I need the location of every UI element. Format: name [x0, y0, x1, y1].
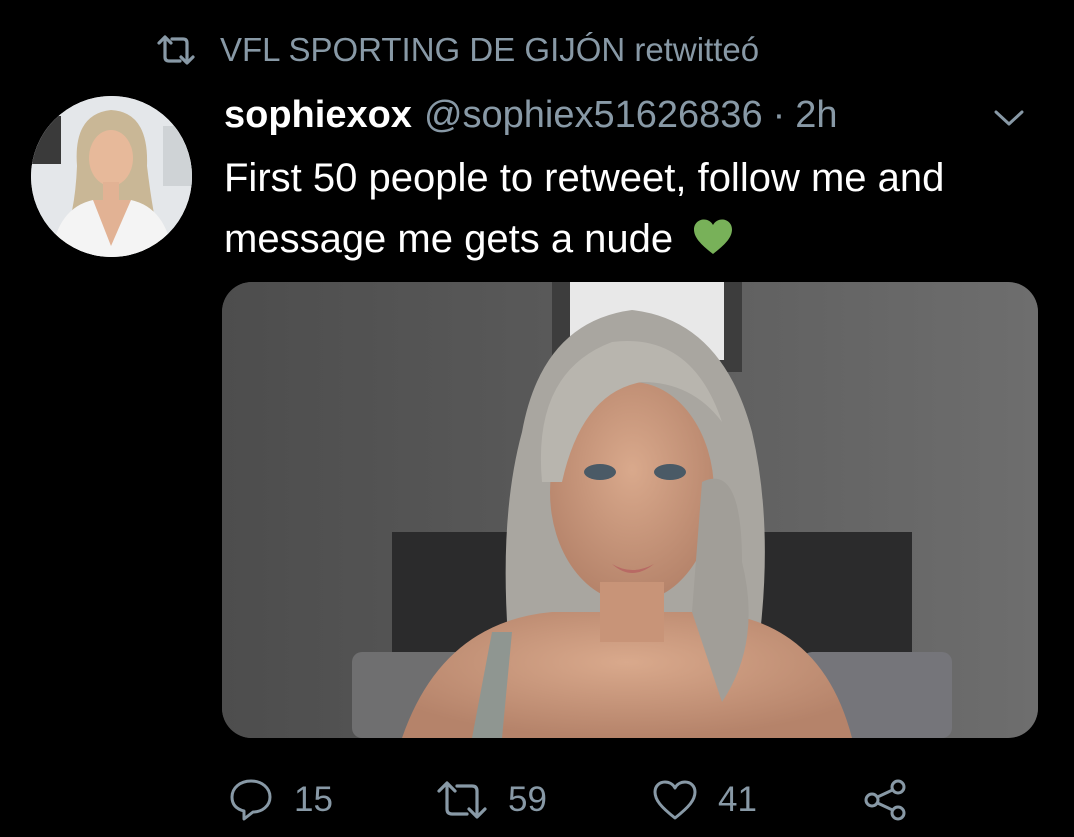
- username-handle[interactable]: @sophiex51626836: [424, 94, 763, 137]
- retweet-icon: [156, 35, 196, 65]
- tweet-media-image[interactable]: [222, 282, 1038, 738]
- display-name[interactable]: sophiexox: [224, 94, 412, 137]
- avatar[interactable]: [31, 96, 192, 257]
- tweet-header: sophiexox @sophiex51626836 · 2h: [224, 88, 838, 142]
- share-icon: [864, 779, 906, 821]
- chevron-down-icon[interactable]: [990, 104, 1028, 130]
- tweet-text: First 50 people to retweet, follow me an…: [224, 156, 945, 261]
- share-button[interactable]: [862, 774, 928, 826]
- separator-dot: ·: [772, 93, 786, 136]
- retweet-context[interactable]: VFL SPORTING DE GIJÓN retwitteó: [156, 26, 759, 74]
- timestamp[interactable]: 2h: [795, 94, 837, 137]
- reply-icon: [230, 779, 272, 821]
- reply-button[interactable]: 15: [228, 774, 333, 826]
- reply-count: 15: [294, 780, 333, 819]
- like-button[interactable]: 41: [652, 774, 757, 826]
- retweet-action-icon: [437, 781, 487, 819]
- like-count: 41: [718, 780, 757, 819]
- retweet-context-text: VFL SPORTING DE GIJÓN retwitteó: [220, 31, 760, 68]
- tweet-action-bar: 15 59 41: [0, 768, 1074, 832]
- retweet-button[interactable]: 59: [436, 774, 547, 826]
- retweet-count: 59: [508, 780, 547, 819]
- green-heart-emoji-icon: [692, 213, 734, 254]
- tweet-body: First 50 people to retweet, follow me an…: [224, 148, 1054, 270]
- heart-icon: [653, 780, 697, 820]
